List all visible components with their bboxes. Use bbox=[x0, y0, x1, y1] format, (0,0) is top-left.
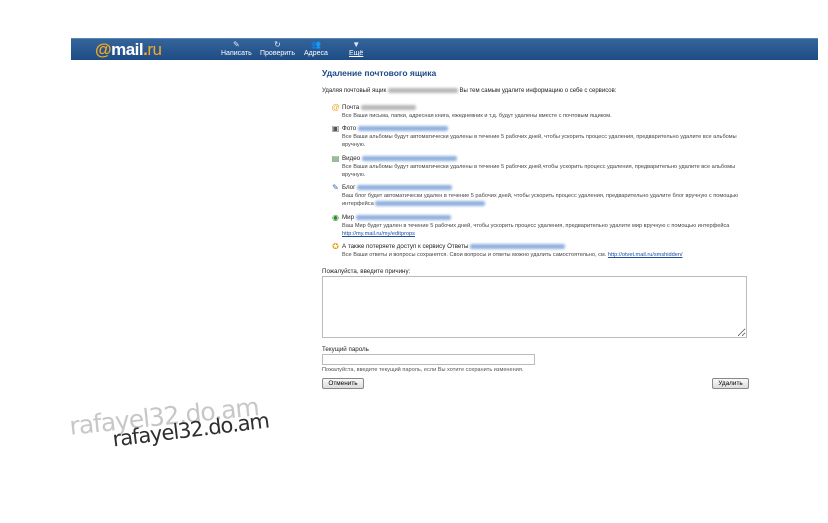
password-label: Текущий пароль bbox=[322, 346, 369, 353]
service-mail: @ Почта Все Ваши письма, папки, адресная… bbox=[331, 103, 612, 119]
password-hint: Пожалуйста, введите текущий пароль, если… bbox=[322, 367, 524, 373]
blurred-link[interactable] bbox=[470, 243, 566, 249]
nav-more[interactable]: ▼ Ещё bbox=[349, 40, 363, 58]
nav-check[interactable]: ↻ Проверить bbox=[260, 40, 295, 58]
nav-compose[interactable]: ✎ Написать bbox=[221, 40, 252, 58]
mail-icon: @ bbox=[331, 103, 340, 112]
blurred-email bbox=[387, 87, 458, 93]
service-answers: ✪ А также потеряете доступ к сервису Отв… bbox=[332, 242, 683, 258]
world-settings-link[interactable]: http://my.mail.ru/my/editprops bbox=[342, 231, 415, 237]
intro-text: Удаляя почтовый ящик Вы тем самым удалит… bbox=[322, 87, 617, 94]
blurred-link[interactable] bbox=[361, 155, 457, 161]
service-world: ◉ Мир Ваш Мир будет удален в течение 5 р… bbox=[332, 213, 730, 237]
top-navigation-bar: @mail.ru ✎ Написать ↻ Проверить 👥 Адреса… bbox=[71, 38, 818, 60]
reason-label: Пожалуйста, введите причину: bbox=[322, 268, 411, 275]
current-password-input[interactable] bbox=[322, 354, 535, 365]
service-photo: ▣ Фото Все Ваши альбомы будут автоматиче… bbox=[331, 124, 737, 148]
delete-button[interactable]: Удалить bbox=[712, 378, 749, 389]
blurred-link[interactable] bbox=[357, 125, 448, 131]
service-blog: ✎ Блог Ваш блог будет автоматически удал… bbox=[332, 183, 739, 207]
answers-hidden-link[interactable]: http://otvet.mail.ru/smshidden/ bbox=[608, 252, 683, 258]
video-icon: ▤ bbox=[331, 154, 340, 163]
blurred-link[interactable] bbox=[355, 214, 451, 220]
blurred-link[interactable] bbox=[375, 201, 486, 207]
refresh-icon: ↻ bbox=[274, 40, 281, 49]
world-icon: ◉ bbox=[332, 213, 339, 222]
nav-addresses[interactable]: 👥 Адреса bbox=[304, 40, 328, 58]
pencil-icon: ✎ bbox=[233, 40, 240, 49]
service-video: ▤ Видео Все Ваши альбомы будут автоматич… bbox=[331, 154, 736, 178]
cancel-button[interactable]: Отменить bbox=[322, 378, 364, 389]
blog-icon: ✎ bbox=[332, 183, 339, 192]
page-title: Удаление почтового ящика bbox=[322, 68, 437, 78]
answers-icon: ✪ bbox=[332, 242, 339, 251]
reason-textarea[interactable] bbox=[322, 276, 747, 338]
chevron-down-icon: ▼ bbox=[352, 40, 361, 49]
mailru-logo[interactable]: @mail.ru bbox=[95, 40, 162, 60]
blurred-link[interactable] bbox=[357, 184, 453, 190]
camera-icon: ▣ bbox=[331, 124, 340, 133]
contacts-icon: 👥 bbox=[310, 40, 321, 49]
